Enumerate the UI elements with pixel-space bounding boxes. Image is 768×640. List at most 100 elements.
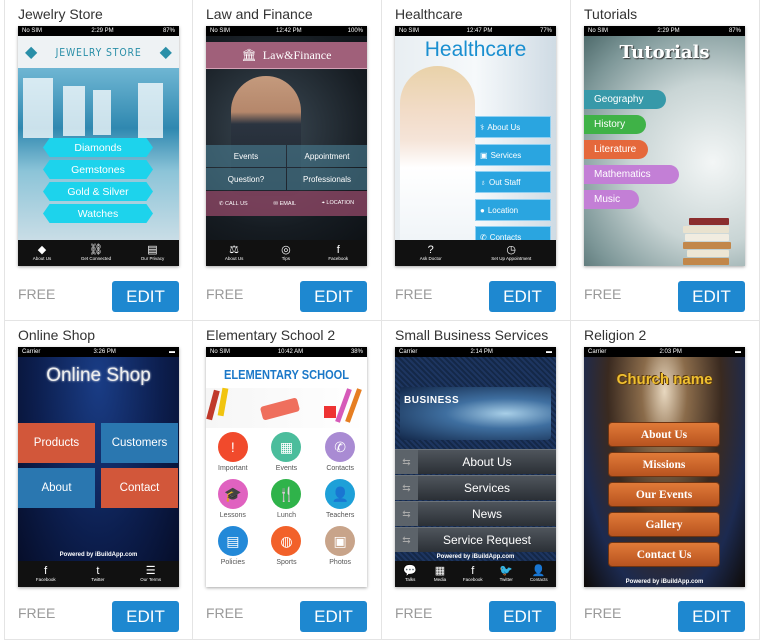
powered-by: Powered by iBuildApp.com bbox=[625, 579, 704, 585]
tab-item: ? Ask Doctor bbox=[419, 244, 442, 261]
template-title: Religion 2 bbox=[584, 327, 647, 343]
menu-grid: ! Important ▦ Events ✆ Contacts 🎓 Lessons 🍴 L… bbox=[206, 432, 367, 569]
template-card: Law and Finance No SIM 12:42 PM 100% 🏛 L… bbox=[193, 0, 382, 321]
tab-item: 👤 Contacts bbox=[529, 565, 548, 582]
template-preview[interactable]: Carrier 3:26 PM ▬ Online Shop Products C… bbox=[18, 347, 179, 587]
menu-item: ⇆ Services bbox=[395, 475, 556, 500]
edit-button[interactable]: EDIT bbox=[300, 281, 367, 312]
menu-item: Gemstones bbox=[43, 160, 153, 179]
app-screen: 🏛 Law&Finance Events Appointment Questio… bbox=[206, 36, 367, 266]
menu-item: History bbox=[584, 115, 646, 134]
camera-icon: ▣ bbox=[325, 526, 356, 556]
template-preview[interactable]: No SIM 12:42 PM 100% 🏛 Law&Finance Event… bbox=[206, 26, 367, 266]
menu-item: Contact bbox=[101, 468, 178, 508]
template-preview[interactable]: Carrier 2:03 PM ▬ Church name About Us M… bbox=[584, 347, 745, 587]
template-preview[interactable]: No SIM 2:29 PM 87% ◆ JEWELRY STORE ◆ Dia… bbox=[18, 26, 179, 266]
menu-item: Products bbox=[18, 423, 95, 463]
tab-item: f Facebook bbox=[462, 565, 483, 582]
tab-bar: ⚖ About Us ◎ Tips f Facebook bbox=[206, 240, 367, 266]
contacts-icon: 👤 bbox=[531, 565, 546, 577]
edit-button[interactable]: EDIT bbox=[300, 601, 367, 632]
app-header: Church name bbox=[616, 371, 713, 388]
menu-item: Gold & Silver bbox=[43, 182, 153, 201]
menu-item: ✆ Contacts bbox=[313, 432, 367, 475]
calendar-icon: ▦ bbox=[271, 432, 302, 462]
edit-button[interactable]: EDIT bbox=[112, 601, 179, 632]
contact-location: ⌖ LOCATION bbox=[321, 200, 355, 206]
basketball-icon: ◍ bbox=[271, 526, 302, 556]
app-screen: Online Shop Products Customers About Con… bbox=[18, 357, 179, 587]
arrows-icon: ⇆ bbox=[395, 476, 418, 500]
app-screen: Healthcare ⚕ About Us ▣ Services ♁ Out Staf… bbox=[395, 36, 556, 266]
tab-item: f Facebook bbox=[35, 565, 56, 582]
menu-item: About Us bbox=[609, 423, 719, 446]
facebook-icon: f bbox=[336, 244, 340, 256]
menu-item: ▣ Services bbox=[475, 144, 551, 166]
clipboard-icon: ▣ bbox=[480, 150, 488, 160]
menu-item: Contact Us bbox=[609, 543, 719, 566]
app-screen: Tutorials Geography History Literature M… bbox=[584, 36, 745, 266]
question-icon: ? bbox=[427, 244, 434, 256]
menu-item: ⚕ About Us bbox=[475, 116, 551, 138]
price-label: FREE bbox=[584, 605, 622, 621]
app-header: 🏛 Law&Finance bbox=[206, 42, 367, 69]
template-title: Small Business Services bbox=[395, 327, 549, 343]
app-header: Tutorials bbox=[619, 42, 710, 63]
edit-button[interactable]: EDIT bbox=[489, 601, 556, 632]
app-header: Online Shop bbox=[46, 365, 151, 386]
price-label: FREE bbox=[395, 286, 433, 302]
menu-grid: Events Appointment Question? Professiona… bbox=[206, 145, 367, 190]
price-label: FREE bbox=[206, 286, 244, 302]
menu-item: Watches bbox=[43, 204, 153, 223]
template-preview[interactable]: Carrier 2:14 PM ▬ BUSINESS ⇆ About Us ⇆ Se… bbox=[395, 347, 556, 587]
graduation-cap-icon: 🎓 bbox=[217, 479, 248, 509]
bank-icon: 🏛 bbox=[241, 47, 257, 62]
price-label: FREE bbox=[18, 605, 56, 621]
tab-item: ◎ Tips bbox=[281, 244, 291, 261]
edit-button[interactable]: EDIT bbox=[489, 281, 556, 312]
price-label: FREE bbox=[395, 605, 433, 621]
template-card: Tutorials No SIM 2:29 PM 87% Tutorials G… bbox=[571, 0, 760, 321]
status-bar: No SIM 10:42 AM 38% bbox=[206, 347, 367, 357]
tab-item: ▤ Our Privacy bbox=[140, 244, 165, 261]
edit-button[interactable]: EDIT bbox=[112, 281, 179, 312]
edit-button[interactable]: EDIT bbox=[678, 281, 745, 312]
template-title: Healthcare bbox=[395, 6, 463, 22]
document-icon: ▤ bbox=[217, 526, 248, 556]
template-card: Healthcare No SIM 12:47 PM 77% Healthcar… bbox=[382, 0, 571, 321]
menu-item: 🎓 Lessons bbox=[206, 479, 260, 522]
status-bar: Carrier 3:26 PM ▬ bbox=[18, 347, 179, 357]
tab-item: ▦ Media bbox=[433, 565, 447, 582]
powered-by: Powered by iBuildApp.com bbox=[436, 554, 515, 560]
status-bar: No SIM 12:47 PM 77% bbox=[395, 26, 556, 36]
tab-item: f Facebook bbox=[328, 244, 349, 261]
app-screen: Church name About Us Missions Our Events… bbox=[584, 357, 745, 587]
diamond-icon: ◆ bbox=[37, 244, 47, 256]
person-image bbox=[400, 66, 475, 251]
tab-item: t Twitter bbox=[91, 565, 105, 582]
template-card: Small Business Services Carrier 2:14 PM … bbox=[382, 321, 571, 640]
price-label: FREE bbox=[206, 605, 244, 621]
template-title: Online Shop bbox=[18, 327, 96, 343]
template-preview[interactable]: No SIM 12:47 PM 77% Healthcare ⚕ About Us… bbox=[395, 26, 556, 266]
battery-icon: ▬ bbox=[168, 349, 175, 355]
price-label: FREE bbox=[18, 286, 56, 302]
menu-item: 👤 Teachers bbox=[313, 479, 367, 522]
tab-bar: ? Ask Doctor ◷ Set Up Appointment bbox=[395, 240, 556, 266]
tab-item: ⛓ Get Connected bbox=[80, 244, 112, 261]
menu-item: ⇆ Service Request bbox=[395, 527, 556, 552]
menu-item: Appointment bbox=[287, 145, 367, 167]
menu-item: Customers bbox=[101, 423, 178, 463]
menu-item: Literature bbox=[584, 140, 648, 159]
template-card: Elementary School 2 No SIM 10:42 AM 38% … bbox=[193, 321, 382, 640]
template-preview[interactable]: No SIM 2:29 PM 87% Tutorials Geography H… bbox=[584, 26, 745, 266]
edit-button[interactable]: EDIT bbox=[678, 601, 745, 632]
menu-item: About bbox=[18, 468, 95, 508]
app-screen: ELEMENTARY SCHOOL ! Important ▦ Events ✆ Co… bbox=[206, 357, 367, 587]
menu-item: Gallery bbox=[609, 513, 719, 536]
template-preview[interactable]: No SIM 10:42 AM 38% ELEMENTARY SCHOOL ! I… bbox=[206, 347, 367, 587]
document-icon: ▤ bbox=[147, 244, 158, 256]
menu-item: ▣ Photos bbox=[313, 526, 367, 569]
chat-icon: 💬 bbox=[403, 565, 418, 577]
banner-image: BUSINESS bbox=[400, 387, 551, 440]
